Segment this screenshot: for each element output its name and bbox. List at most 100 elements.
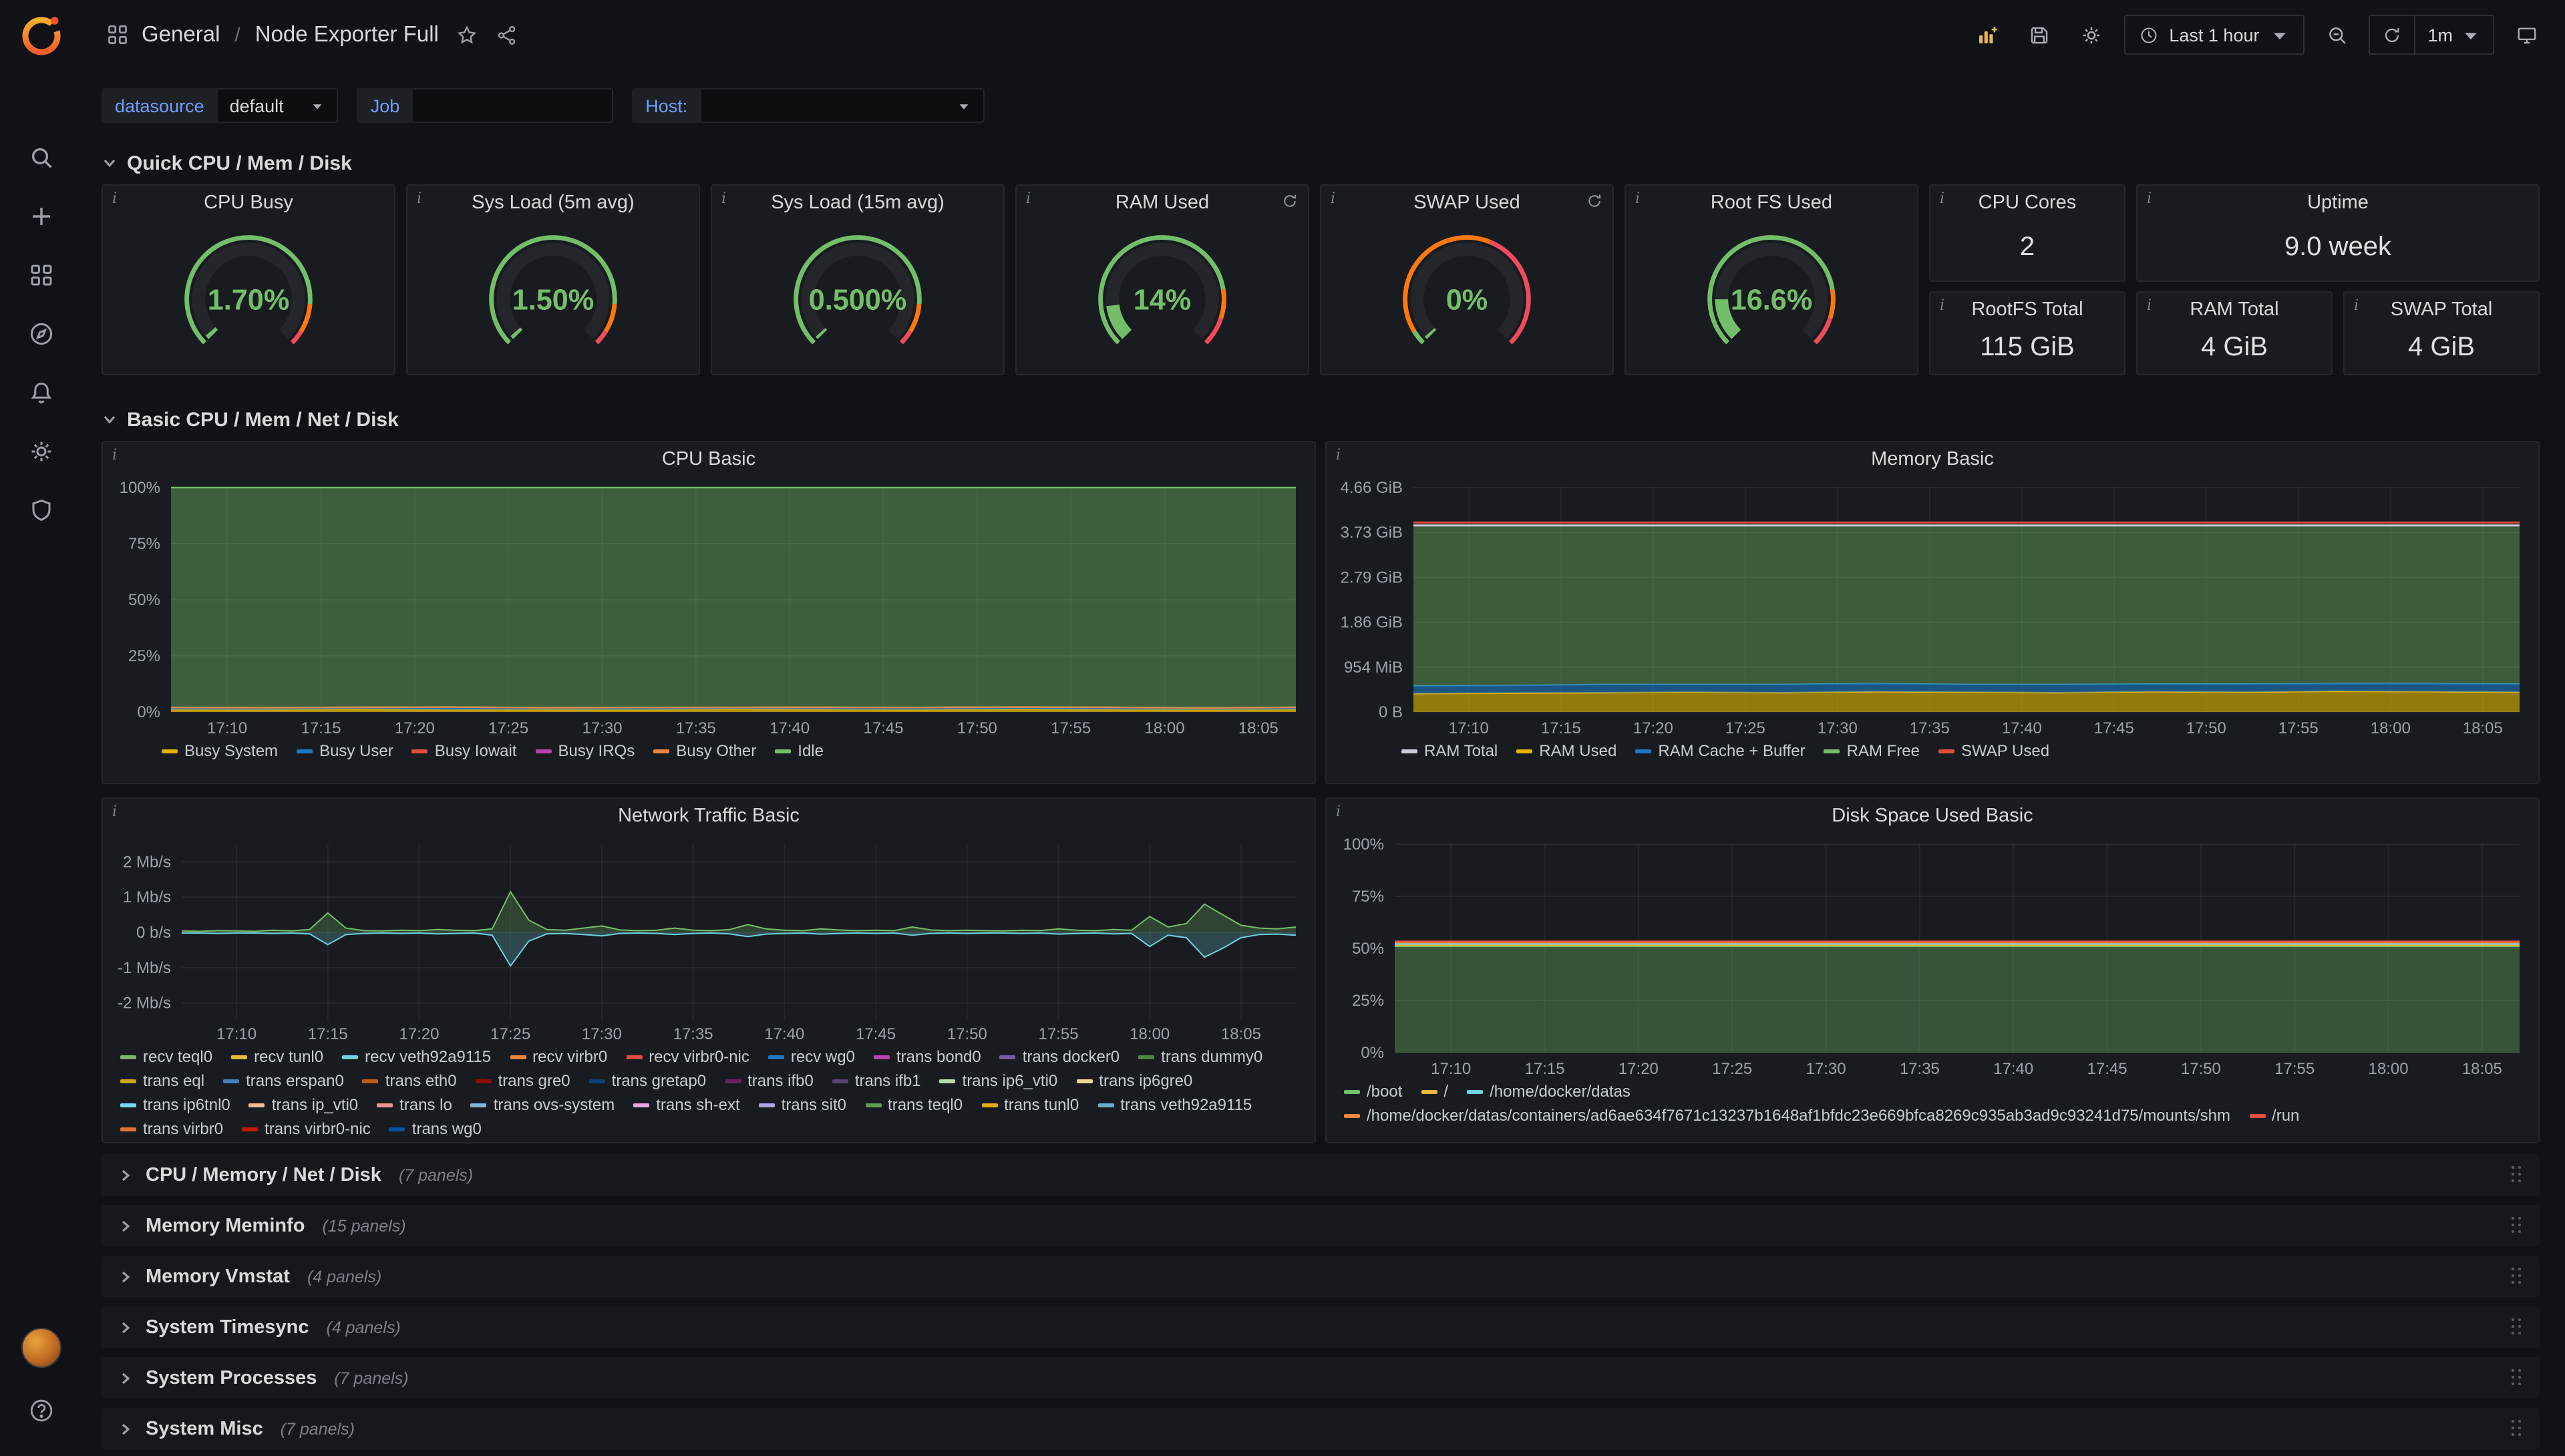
legend-item[interactable]: /boot (1344, 1082, 1402, 1102)
panel-title[interactable]: Disk Space Used Basic (1327, 799, 2538, 834)
panel-title[interactable]: CPU Basic (103, 442, 1315, 477)
legend-item[interactable]: trans ip6_vti0 (940, 1071, 1058, 1091)
search-icon[interactable] (14, 131, 67, 184)
panel-info-icon[interactable] (1026, 190, 1031, 207)
legend-item[interactable]: trans teql0 (865, 1095, 963, 1115)
host-select[interactable] (701, 88, 984, 123)
row-cpu-memory-net-disk[interactable]: CPU / Memory / Net / Disk (7 panels) (102, 1154, 2540, 1196)
legend-item[interactable]: recv veth92a9115 (342, 1047, 491, 1067)
legend-item[interactable]: recv virbr0-nic (626, 1047, 749, 1067)
panel-title[interactable]: RAM Used (1017, 186, 1308, 220)
legend-item[interactable]: trans ip_vti0 (249, 1095, 358, 1115)
legend-item[interactable]: Busy User (297, 741, 393, 761)
panel-title[interactable]: Network Traffic Basic (103, 799, 1315, 834)
datasource-select[interactable]: default (218, 88, 339, 123)
panel-info-icon[interactable] (1635, 190, 1640, 207)
panel-info-icon[interactable] (2354, 297, 2359, 314)
legend-item[interactable]: trans ip6tnl0 (120, 1095, 230, 1115)
legend-item[interactable]: trans virbr0-nic (242, 1119, 371, 1139)
dashboard-settings-button[interactable] (2071, 15, 2111, 55)
legend-item[interactable]: / (1421, 1082, 1448, 1102)
dashboards-icon[interactable] (14, 248, 67, 302)
refresh-button[interactable] (2370, 16, 2414, 53)
alerting-icon[interactable] (14, 366, 67, 419)
legend-item[interactable]: trans erspan0 (223, 1071, 344, 1091)
cycle-view-button[interactable] (2506, 15, 2546, 55)
grafana-logo[interactable] (15, 11, 66, 61)
legend-item[interactable]: trans ip6gre0 (1076, 1071, 1192, 1091)
row-system-processes[interactable]: System Processes (7 panels) (102, 1357, 2540, 1399)
zoom-out-button[interactable] (2317, 15, 2357, 55)
add-panel-button[interactable] (1967, 15, 2007, 55)
legend-item[interactable]: Busy System (162, 741, 278, 761)
legend-item[interactable]: trans eql (120, 1071, 204, 1091)
panel-info-icon[interactable] (1336, 803, 1341, 820)
panel-title[interactable]: Uptime (2138, 186, 2538, 220)
panel-info-icon[interactable] (112, 190, 117, 207)
share-icon[interactable] (496, 23, 519, 46)
breadcrumb-section[interactable]: General (142, 22, 220, 47)
legend-item[interactable]: trans ifb0 (725, 1071, 814, 1091)
refresh-icon[interactable] (1586, 192, 1603, 210)
legend-item[interactable]: recv tunl0 (231, 1047, 323, 1067)
row-drag-handle[interactable] (2512, 1420, 2524, 1437)
legend-item[interactable]: trans ovs-system (471, 1095, 615, 1115)
legend-item[interactable]: trans ifb1 (832, 1071, 921, 1091)
panel-info-icon[interactable] (2147, 297, 2152, 314)
panel-title[interactable]: CPU Cores (1930, 186, 2124, 220)
panel-title[interactable]: RootFS Total (1930, 293, 2124, 327)
panel-title[interactable]: SWAP Total (2345, 293, 2538, 327)
row-drag-handle[interactable] (2512, 1318, 2524, 1336)
legend-item[interactable]: RAM Total (1401, 741, 1498, 761)
legend-item[interactable]: Busy Iowait (412, 741, 517, 761)
server-admin-icon[interactable] (14, 484, 67, 537)
panel-info-icon[interactable] (1331, 190, 1335, 207)
legend-item[interactable]: Idle (775, 741, 824, 761)
legend-item[interactable]: trans tunl0 (981, 1095, 1079, 1115)
panel-title[interactable]: RAM Total (2138, 293, 2331, 327)
panel-title[interactable]: Memory Basic (1327, 442, 2538, 477)
row-memory-meminfo[interactable]: Memory Meminfo (15 panels) (102, 1205, 2540, 1246)
legend-item[interactable]: trans bond0 (874, 1047, 981, 1067)
help-icon[interactable] (14, 1384, 67, 1437)
legend-item[interactable]: trans gre0 (476, 1071, 570, 1091)
refresh-icon[interactable] (1281, 192, 1299, 210)
row-drag-handle[interactable] (2512, 1217, 2524, 1234)
breadcrumb-title[interactable]: Node Exporter Full (255, 22, 439, 47)
legend-item[interactable]: trans veth92a9115 (1097, 1095, 1252, 1115)
legend-item[interactable]: trans wg0 (389, 1119, 482, 1139)
panel-title[interactable]: SWAP Used (1321, 186, 1612, 220)
save-dashboard-button[interactable] (2019, 15, 2059, 55)
panel-title[interactable]: CPU Busy (103, 186, 394, 220)
legend-item[interactable]: recv teql0 (120, 1047, 212, 1067)
panel-title[interactable]: Root FS Used (1626, 186, 1917, 220)
panel-info-icon[interactable] (1940, 190, 1944, 207)
explore-icon[interactable] (14, 307, 67, 361)
legend-item[interactable]: SWAP Used (1938, 741, 2049, 761)
avatar[interactable] (21, 1328, 61, 1368)
panel-title[interactable]: Sys Load (5m avg) (407, 186, 699, 220)
panel-info-icon[interactable] (112, 446, 117, 464)
star-icon[interactable] (456, 23, 479, 46)
legend-item[interactable]: RAM Used (1516, 741, 1616, 761)
row-drag-handle[interactable] (2512, 1268, 2524, 1285)
job-input[interactable] (413, 88, 613, 123)
legend-item[interactable]: trans lo (377, 1095, 452, 1115)
legend-item[interactable]: /home/docker/datas/containers/ad6ae634f7… (1344, 1106, 2230, 1126)
legend-item[interactable]: trans sit0 (759, 1095, 846, 1115)
legend-item[interactable]: /run (2249, 1106, 2299, 1126)
legend-item[interactable]: recv wg0 (768, 1047, 855, 1067)
row-system-timesync[interactable]: System Timesync (4 panels) (102, 1306, 2540, 1348)
panel-info-icon[interactable] (1940, 297, 1944, 314)
configuration-icon[interactable] (14, 425, 67, 478)
panel-info-icon[interactable] (2147, 190, 2152, 207)
panel-info-icon[interactable] (1336, 446, 1341, 464)
panel-info-icon[interactable] (112, 803, 117, 820)
row-system-misc[interactable]: System Misc (7 panels) (102, 1408, 2540, 1449)
panel-title[interactable]: Sys Load (15m avg) (712, 186, 1003, 220)
legend-item[interactable]: trans virbr0 (120, 1119, 223, 1139)
legend-item[interactable]: trans sh-ext (633, 1095, 739, 1115)
legend-item[interactable]: Busy IRQs (536, 741, 635, 761)
panel-info-icon[interactable] (417, 190, 421, 207)
legend-item[interactable]: recv virbr0 (510, 1047, 607, 1067)
